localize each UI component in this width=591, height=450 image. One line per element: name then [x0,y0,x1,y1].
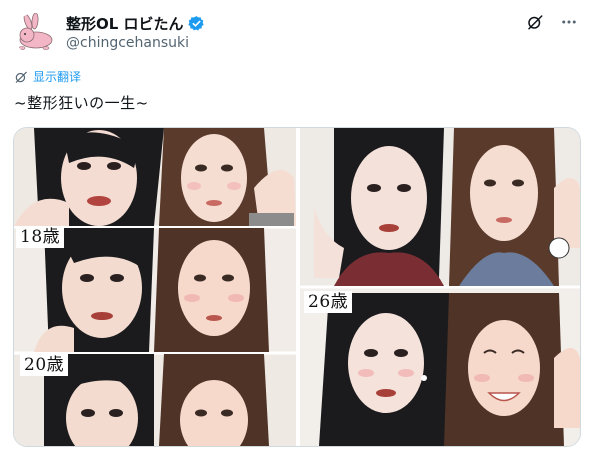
avatar[interactable] [14,13,56,55]
display-name[interactable]: 整形OL ロビたん [66,13,184,34]
post-actions [525,12,579,32]
translate-link[interactable]: 显示翻译 [14,68,81,85]
age-label-26: 26歳 [304,291,353,313]
age-label-20: 20歳 [20,354,69,376]
illustration-collage [14,128,580,446]
age-label-18: 18歳 [16,226,65,248]
grok-icon[interactable] [525,12,545,32]
verified-badge-icon [187,16,204,31]
name-row: 整形OL ロビたん [66,13,205,34]
rabbit-icon [14,13,56,55]
translate-label[interactable]: 显示翻译 [33,68,81,85]
post-text: ~整形狂いの一生~ [14,94,149,112]
user-handle[interactable]: @chingcehansuki [66,35,189,51]
more-icon[interactable] [559,12,579,32]
post-media[interactable]: 18歳 20歳 26歳 [13,127,581,447]
translate-icon [15,71,27,83]
